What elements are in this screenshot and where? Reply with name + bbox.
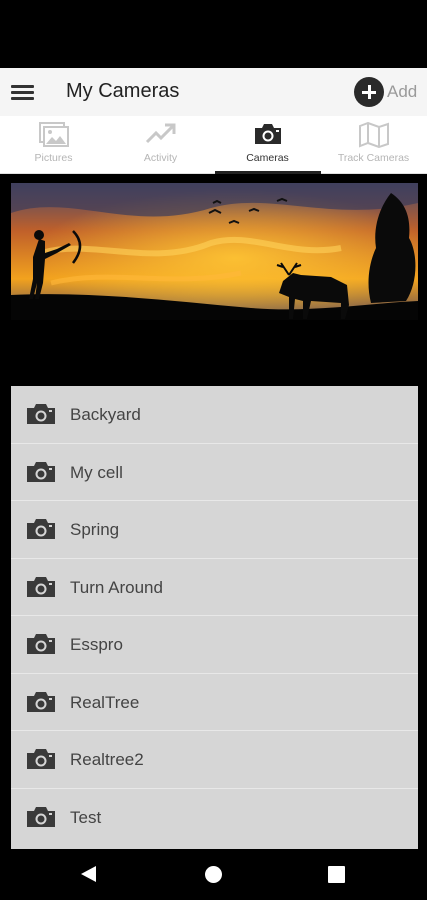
tab-label: Pictures bbox=[34, 152, 73, 164]
back-triangle-icon[interactable] bbox=[81, 866, 96, 882]
camera-name: Realtree2 bbox=[70, 750, 144, 769]
camera-icon bbox=[254, 124, 281, 144]
image-gallery-icon bbox=[38, 122, 69, 147]
app-bar: My Cameras Add bbox=[0, 68, 427, 116]
tab-label: Activity bbox=[143, 152, 178, 164]
camera-list-item[interactable]: My cell bbox=[11, 444, 418, 501]
camera-icon bbox=[27, 806, 55, 827]
page-title: My Cameras bbox=[66, 80, 180, 102]
plus-circle-icon bbox=[354, 77, 384, 107]
camera-list-item[interactable]: Realtree2 bbox=[11, 731, 418, 789]
camera-name: RealTree bbox=[70, 692, 140, 712]
camera-icon bbox=[27, 404, 55, 424]
camera-list-item[interactable]: Backyard bbox=[11, 386, 418, 444]
add-button-label: Add bbox=[387, 82, 418, 101]
add-camera-button[interactable]: Add bbox=[354, 77, 417, 107]
tab-label: Cameras bbox=[246, 152, 289, 164]
camera-name: Esspro bbox=[70, 635, 123, 654]
hamburger-menu-icon[interactable] bbox=[11, 81, 34, 103]
map-icon bbox=[358, 122, 389, 148]
tab-label: Track Cameras bbox=[337, 152, 410, 164]
tab-pictures[interactable]: Pictures bbox=[0, 116, 107, 174]
active-tab-indicator bbox=[215, 171, 321, 174]
status-bar bbox=[0, 0, 427, 68]
camera-icon bbox=[27, 691, 55, 712]
camera-list-item[interactable]: Spring bbox=[11, 501, 418, 559]
camera-name: Test bbox=[70, 807, 102, 827]
camera-name: Backyard bbox=[70, 405, 141, 424]
camera-icon bbox=[27, 461, 55, 482]
home-circle-icon[interactable] bbox=[205, 866, 222, 883]
camera-icon bbox=[27, 519, 55, 539]
tab-track-cameras[interactable]: Track Cameras bbox=[320, 116, 427, 174]
camera-icon bbox=[27, 749, 55, 769]
camera-list-item[interactable]: RealTree bbox=[11, 674, 418, 731]
camera-icon bbox=[27, 634, 55, 654]
tab-activity[interactable]: Activity bbox=[107, 116, 214, 174]
hunting-sunset-banner-image bbox=[11, 183, 418, 320]
system-navigation-bar bbox=[0, 849, 427, 900]
camera-name: Spring bbox=[70, 520, 120, 539]
camera-list-item[interactable]: Turn Around bbox=[11, 559, 418, 616]
camera-name: My cell bbox=[70, 462, 123, 482]
trending-up-icon bbox=[145, 123, 175, 144]
tab-cameras[interactable]: Cameras bbox=[214, 116, 321, 174]
tab-bar: Pictures Activity Cameras Track Cameras bbox=[0, 116, 427, 174]
camera-list: Backyard My cell Spring Turn Around Essp… bbox=[11, 386, 418, 849]
recent-apps-square-icon[interactable] bbox=[328, 866, 345, 883]
camera-list-item[interactable]: Esspro bbox=[11, 616, 418, 674]
camera-icon bbox=[27, 576, 55, 597]
camera-name: Turn Around bbox=[70, 577, 163, 597]
camera-list-item[interactable]: Test bbox=[11, 789, 418, 847]
